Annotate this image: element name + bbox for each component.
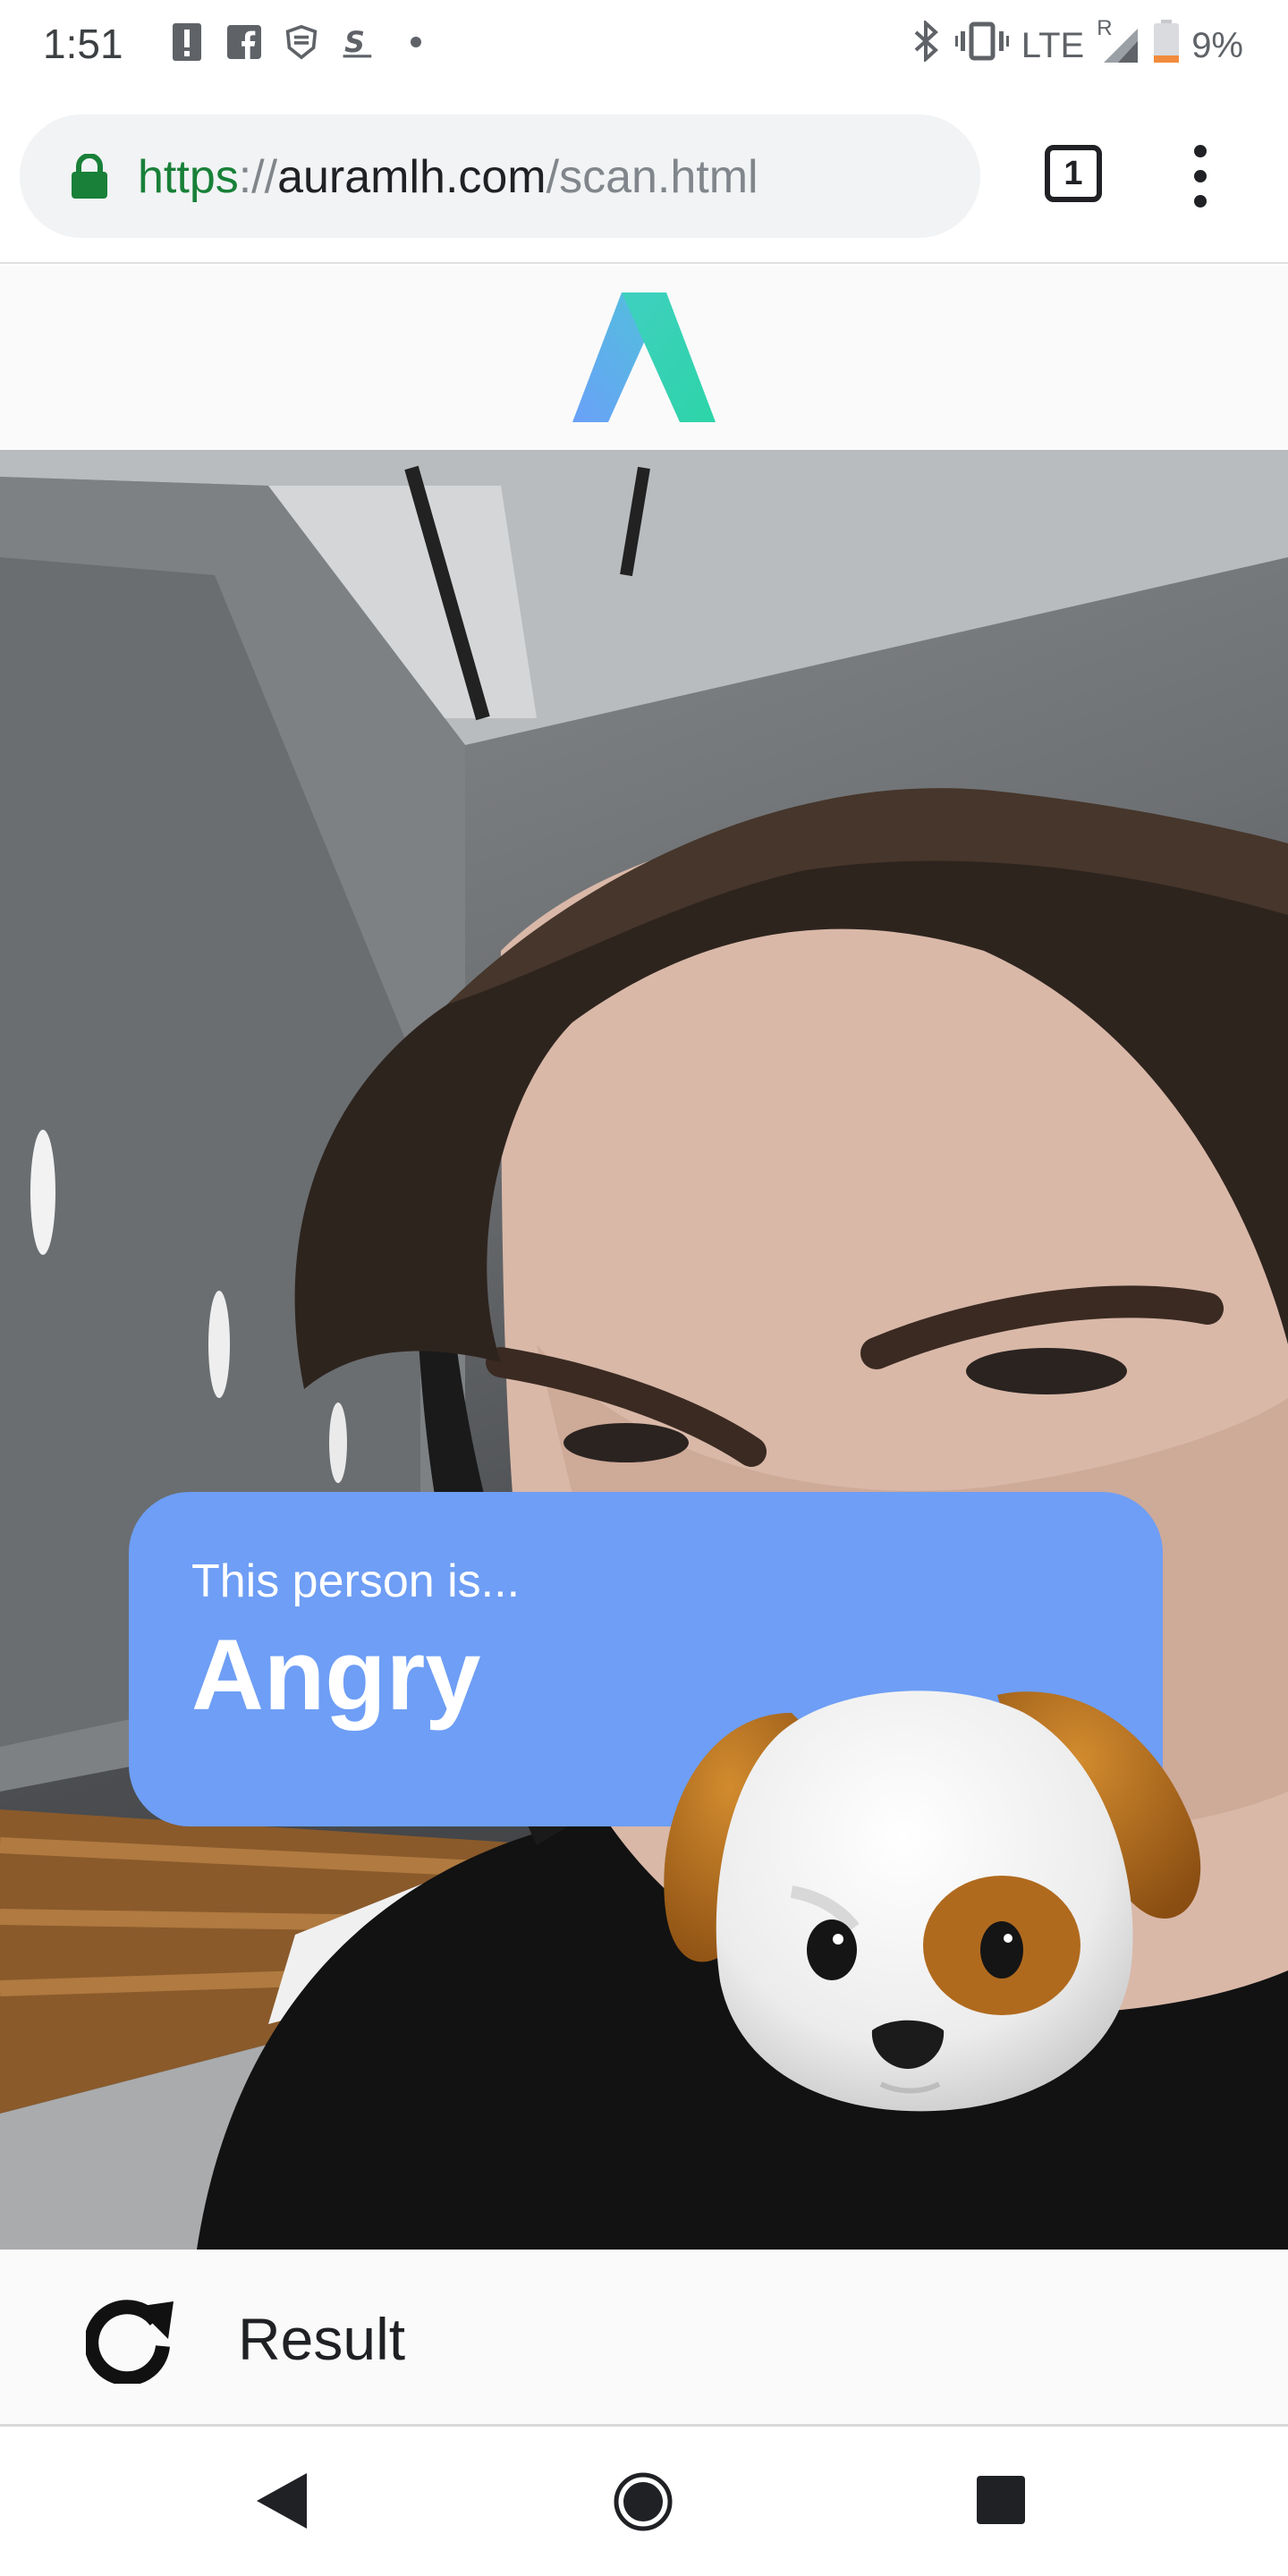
battery-level: 9% <box>1191 25 1243 65</box>
status-bar: 1:51 S LTE R 9% <box>0 0 1288 89</box>
facebook-icon <box>227 21 261 63</box>
vibrate-icon <box>954 21 1009 71</box>
notification-icons: S <box>170 21 433 63</box>
back-icon[interactable] <box>255 2471 309 2530</box>
s-app-icon: S <box>342 21 376 63</box>
browser-toolbar: https://auramlh.com/scan.html 1 <box>0 89 1288 264</box>
url-text: https://auramlh.com/scan.html <box>138 150 758 204</box>
refresh-icon[interactable] <box>84 2294 175 2386</box>
menu-dot <box>1194 195 1207 208</box>
url-separator: :// <box>238 151 278 203</box>
system-nav-bar <box>0 2427 1288 2576</box>
status-time: 1:51 <box>43 21 123 67</box>
result-bar: Result <box>0 2250 1288 2427</box>
angry-dog-emoji <box>657 1677 1203 2129</box>
recents-icon[interactable] <box>977 2476 1025 2524</box>
url-host: auramlh.com <box>277 151 547 203</box>
url-scheme: https <box>138 151 239 203</box>
svg-text:S: S <box>344 27 365 59</box>
battery-icon <box>1154 20 1180 72</box>
url-path: /scan.html <box>546 151 758 203</box>
lock-icon <box>70 153 109 199</box>
nhl-icon <box>284 21 318 63</box>
dot-icon <box>399 21 433 63</box>
menu-dot <box>1194 170 1207 182</box>
alert-icon <box>170 21 204 63</box>
tab-switcher-button[interactable]: 1 <box>1045 145 1102 202</box>
network-type: LTE <box>1021 25 1085 65</box>
system-icons: LTE R 9% <box>911 16 1243 72</box>
site-header <box>0 266 1288 450</box>
home-icon[interactable] <box>613 2471 674 2532</box>
address-bar[interactable]: https://auramlh.com/scan.html <box>20 114 980 238</box>
emotion-label: Angry <box>191 1619 481 1731</box>
result-caption: This person is... <box>191 1555 521 1607</box>
bluetooth-icon <box>911 19 943 71</box>
result-label: Result <box>238 2306 406 2372</box>
overflow-menu-button[interactable] <box>1179 136 1222 216</box>
menu-dot <box>1194 145 1207 157</box>
aura-logo[interactable] <box>572 292 716 422</box>
signal-icon: R <box>1097 16 1141 66</box>
